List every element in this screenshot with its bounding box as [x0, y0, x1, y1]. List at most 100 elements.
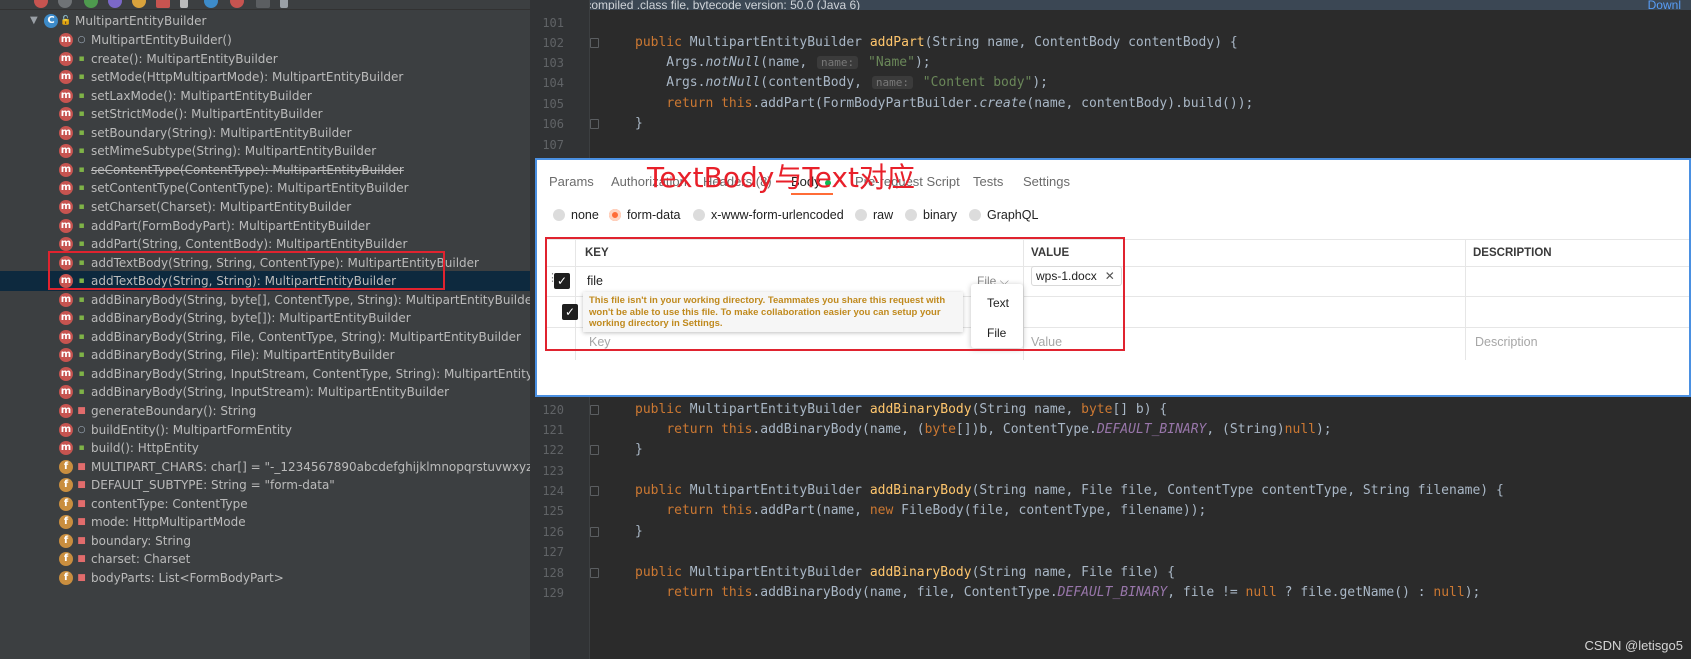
tree-item[interactable]: m ▪ setCharset(Charset): MultipartEntityBu… [0, 197, 530, 217]
remove-file-icon[interactable]: ✕ [1105, 269, 1115, 283]
show-inherited-icon[interactable] [132, 0, 146, 8]
code-text: } [635, 442, 643, 457]
line-number: 126 [542, 525, 564, 539]
tree-item[interactable]: f ■ MULTIPART_CHARS: char[] = "-_123456789… [0, 457, 530, 477]
fold-marker-icon[interactable] [590, 119, 599, 129]
tree-item[interactable]: m ▪ addPart(String, ContentBody): Multipar… [0, 234, 530, 254]
fold-marker-icon[interactable] [590, 568, 599, 578]
show-properties-icon[interactable] [108, 0, 122, 8]
tree-item[interactable]: f ■ charset: Charset [0, 549, 530, 569]
lock-icon: ■ [77, 517, 86, 528]
sort-icon[interactable] [34, 0, 48, 8]
tree-item[interactable]: m ▪ addTextBody(String, String, ContentTyp… [0, 253, 530, 273]
show-nonpublic-icon[interactable] [156, 0, 170, 8]
tree-item[interactable]: m ▪ setContentType(ContentType): Multipart… [0, 178, 530, 198]
method-icon: m [59, 88, 73, 103]
public-icon: ▪ [78, 146, 85, 157]
tree-item[interactable]: m ▪ addBinaryBody(String, byte[], ContentT… [0, 290, 530, 310]
row2-checkbox[interactable]: ✓ [562, 304, 578, 320]
tree-item[interactable]: f ■ contentType: ContentType [0, 494, 530, 514]
line-number: 105 [542, 97, 564, 111]
fold-marker-icon[interactable] [590, 445, 599, 455]
tree-item-label: MultipartEntityBuilder() [91, 33, 232, 47]
line-number: 103 [542, 56, 564, 70]
tree-item[interactable]: m ▪ setMode(HttpMultipartMode): MultipartE… [0, 67, 530, 87]
tree-item[interactable]: m ▪ setBoundary(String): MultipartEntityBu… [0, 123, 530, 143]
public-icon: ▪ [78, 257, 85, 268]
autoscroll-icon[interactable] [230, 0, 244, 8]
radio-x-www-form-urlencoded[interactable]: x-www-form-urlencoded [693, 208, 844, 222]
fold-marker-icon[interactable] [590, 486, 599, 496]
tree-item[interactable]: m ▪ addBinaryBody(String, File, ContentTyp… [0, 327, 530, 347]
show-fields-icon[interactable] [84, 0, 98, 8]
row1-file-name: wps-1.docx [1036, 269, 1097, 283]
anonymous-classes-icon[interactable] [204, 0, 218, 8]
tree-item[interactable]: m ▪ create(): MultipartEntityBuilder [0, 49, 530, 69]
tab-settings[interactable]: Settings [1023, 174, 1070, 189]
download-sources-link[interactable]: Downl [1648, 0, 1681, 10]
tree-item[interactable]: m ▪ addBinaryBody(String, File): Multipart… [0, 345, 530, 365]
show-lambdas-icon[interactable] [180, 0, 188, 8]
tree-item-label: setBoundary(String): MultipartEntityBuil… [91, 125, 352, 140]
code-line: 105 return this.addPart(FormBodyPartBuil… [530, 93, 1691, 115]
row1-key[interactable]: file [587, 274, 603, 288]
tree-item[interactable]: m ▪ build(): HttpEntity [0, 438, 530, 458]
fold-marker-icon[interactable] [590, 527, 599, 537]
row1-file-chip[interactable]: wps-1.docx ✕ [1031, 266, 1122, 286]
tree-item[interactable]: m ▪ addTextBody(String, String): Multipart… [0, 271, 530, 292]
new-key-input[interactable]: Key [589, 335, 611, 349]
tree-item[interactable]: m ▪ setLaxMode(): MultipartEntityBuilder [0, 86, 530, 106]
new-description-input[interactable]: Description [1475, 335, 1538, 349]
new-value-input[interactable]: Value [1031, 335, 1062, 349]
request-tabs: Params Authorization Headers (8) Body Pr… [537, 160, 1689, 202]
tree-item[interactable]: f ■ boundary: String [0, 531, 530, 551]
tab-tests[interactable]: Tests [973, 174, 1003, 189]
tree-item-label: generateBoundary(): String [91, 404, 257, 418]
method-icon: m [59, 441, 73, 456]
fold-marker-icon[interactable] [590, 405, 599, 415]
tree-item[interactable]: f ■ bodyParts: List<FormBodyPart> [0, 568, 530, 588]
column-description-header: DESCRIPTION [1473, 247, 1552, 259]
method-icon: m [59, 181, 73, 196]
tree-item-label: seContentType(ContentType): MultipartEnt… [91, 162, 404, 177]
tree-item-label: addTextBody(String, String): MultipartEn… [91, 274, 397, 289]
tree-item[interactable]: m ○ buildEntity(): MultipartFormEntity [0, 420, 530, 440]
tree-item[interactable]: m ■ generateBoundary(): String [0, 401, 530, 421]
tree-item[interactable]: f ■ mode: HttpMultipartMode [0, 512, 530, 532]
class-icon: C [44, 14, 58, 28]
chevron-down-icon[interactable]: ▼ [30, 11, 42, 31]
code-line: 106} [530, 113, 1691, 135]
line-number: 102 [542, 36, 564, 50]
fold-marker-icon[interactable] [590, 38, 599, 48]
radio-form-data[interactable]: form-data [609, 208, 681, 222]
tree-item[interactable]: m ▪ addBinaryBody(String, InputStream, Con… [0, 364, 530, 384]
code-text: public MultipartEntityBuilder addPart(St… [635, 35, 1238, 50]
tree-item-label: create(): MultipartEntityBuilder [91, 51, 278, 66]
method-icon: m [59, 125, 73, 140]
row1-checkbox[interactable]: ✓ [554, 273, 570, 289]
tree-root-class[interactable]: ▼ C 🔓 MultipartEntityBuilder [0, 11, 530, 31]
type-option-file[interactable]: File [987, 326, 1006, 340]
tree-item[interactable]: m ▪ addBinaryBody(String, InputStream): Mu… [0, 382, 530, 402]
radio-none[interactable]: none [553, 208, 599, 222]
radio-graphql[interactable]: GraphQL [969, 208, 1038, 222]
tree-item[interactable]: m ▪ setStrictMode(): MultipartEntityBuilde… [0, 104, 530, 124]
tree-item[interactable]: m ▪ seContentType(ContentType): MultipartE… [0, 160, 530, 180]
tab-params[interactable]: Params [549, 174, 594, 189]
tree-item[interactable]: m ▪ setMimeSubtype(String): MultipartEntit… [0, 141, 530, 161]
public-icon: ▪ [78, 53, 85, 64]
tree-item[interactable]: f ■ DEFAULT_SUBTYPE: String = "form-data" [0, 475, 530, 495]
tree-item[interactable]: m ▪ addPart(FormBodyPart): MultipartEntity… [0, 216, 530, 236]
public-icon: ▪ [78, 220, 85, 231]
tree-item-label: build(): HttpEntity [91, 441, 199, 456]
type-option-text[interactable]: Text [987, 296, 1009, 310]
radio-raw[interactable]: raw [855, 208, 893, 222]
public-icon: ▪ [78, 368, 85, 379]
radio-binary[interactable]: binary [905, 208, 957, 222]
tree-item[interactable]: m ▪ addBinaryBody(String, byte[]): Multipa… [0, 308, 530, 328]
tree-item-label: addBinaryBody(String, InputStream, Conte… [91, 366, 530, 381]
expand-all-icon[interactable] [256, 0, 270, 8]
tree-item[interactable]: m ○ MultipartEntityBuilder() [0, 30, 530, 50]
collapse-all-icon[interactable] [280, 0, 288, 8]
sort-alpha-icon[interactable] [58, 0, 72, 8]
